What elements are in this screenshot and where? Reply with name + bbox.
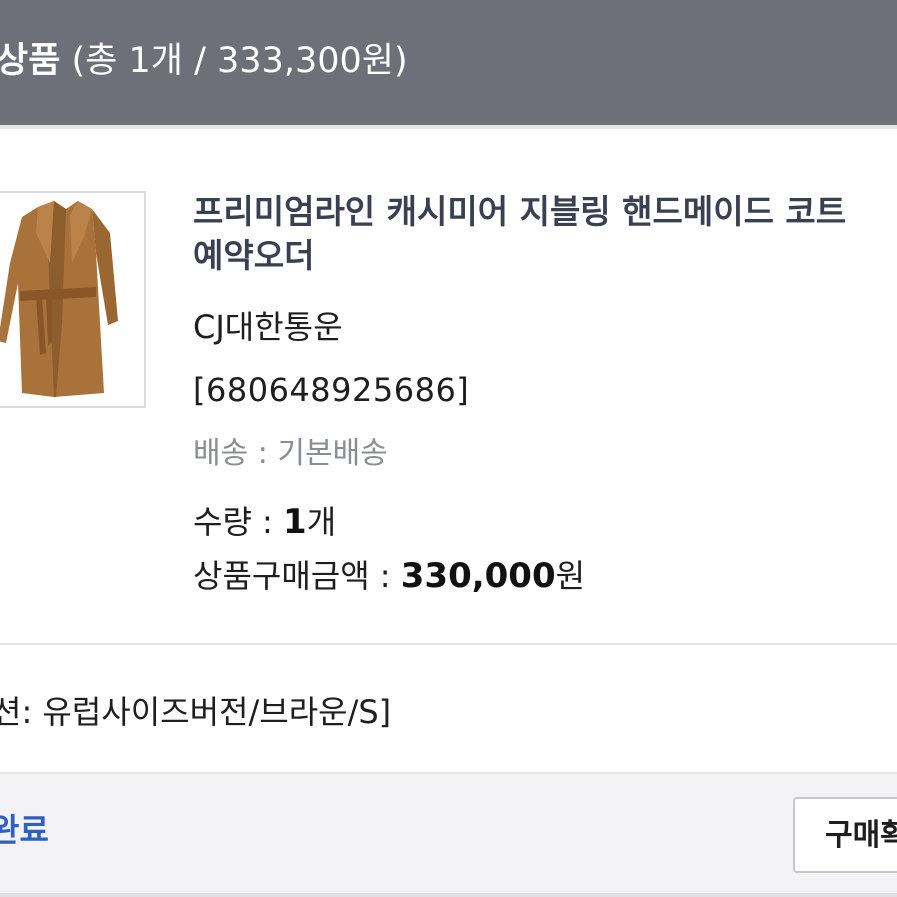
product-option: 션: 유럽사이즈버전/브라운/S] — [0, 693, 392, 731]
order-detail-page: 상품 (총 1개 / 333,300원) 프리미엄라인 캐시미어 지블링 핸드메… — [0, 0, 897, 897]
header-summary: (총 1개 / 333,300원) — [60, 41, 408, 81]
coat-image-icon — [0, 201, 118, 397]
amount-value: 330,000 — [400, 556, 556, 596]
courier-name: CJ대한통운 — [193, 308, 343, 346]
order-header: 상품 (총 1개 / 333,300원) — [0, 0, 897, 125]
header-title: 상품 — [0, 41, 61, 81]
header-text: 상품 (총 1개 / 333,300원) — [0, 38, 408, 84]
product-title-line1: 프리미엄라인 캐시미어 지블링 핸드메이드 코트 — [193, 192, 847, 231]
amount-unit: 원 — [555, 557, 586, 595]
confirm-purchase-button[interactable]: 구매확정 — [793, 797, 897, 873]
order-status: 완료 — [0, 811, 49, 849]
tracking-number[interactable]: [680648925686] — [193, 368, 469, 412]
quantity-label: 수량 : — [193, 503, 284, 541]
header-divider — [0, 125, 897, 129]
amount-label: 상품구매금액 : — [193, 557, 401, 595]
section-divider — [0, 643, 897, 645]
shipping-method: 배송 : 기본배송 — [193, 436, 388, 471]
product-thumbnail[interactable] — [0, 191, 146, 408]
quantity-row: 수량 : 1개 — [193, 500, 336, 544]
quantity-unit: 개 — [306, 503, 337, 541]
product-title[interactable]: 프리미엄라인 캐시미어 지블링 핸드메이드 코트 예약오더 — [193, 190, 897, 278]
quantity-value: 1 — [283, 502, 307, 542]
product-title-line2: 예약오더 — [193, 236, 315, 275]
order-footer — [0, 772, 897, 897]
bottom-divider — [0, 893, 897, 897]
amount-row: 상품구매금액 : 330,000원 — [193, 554, 585, 598]
